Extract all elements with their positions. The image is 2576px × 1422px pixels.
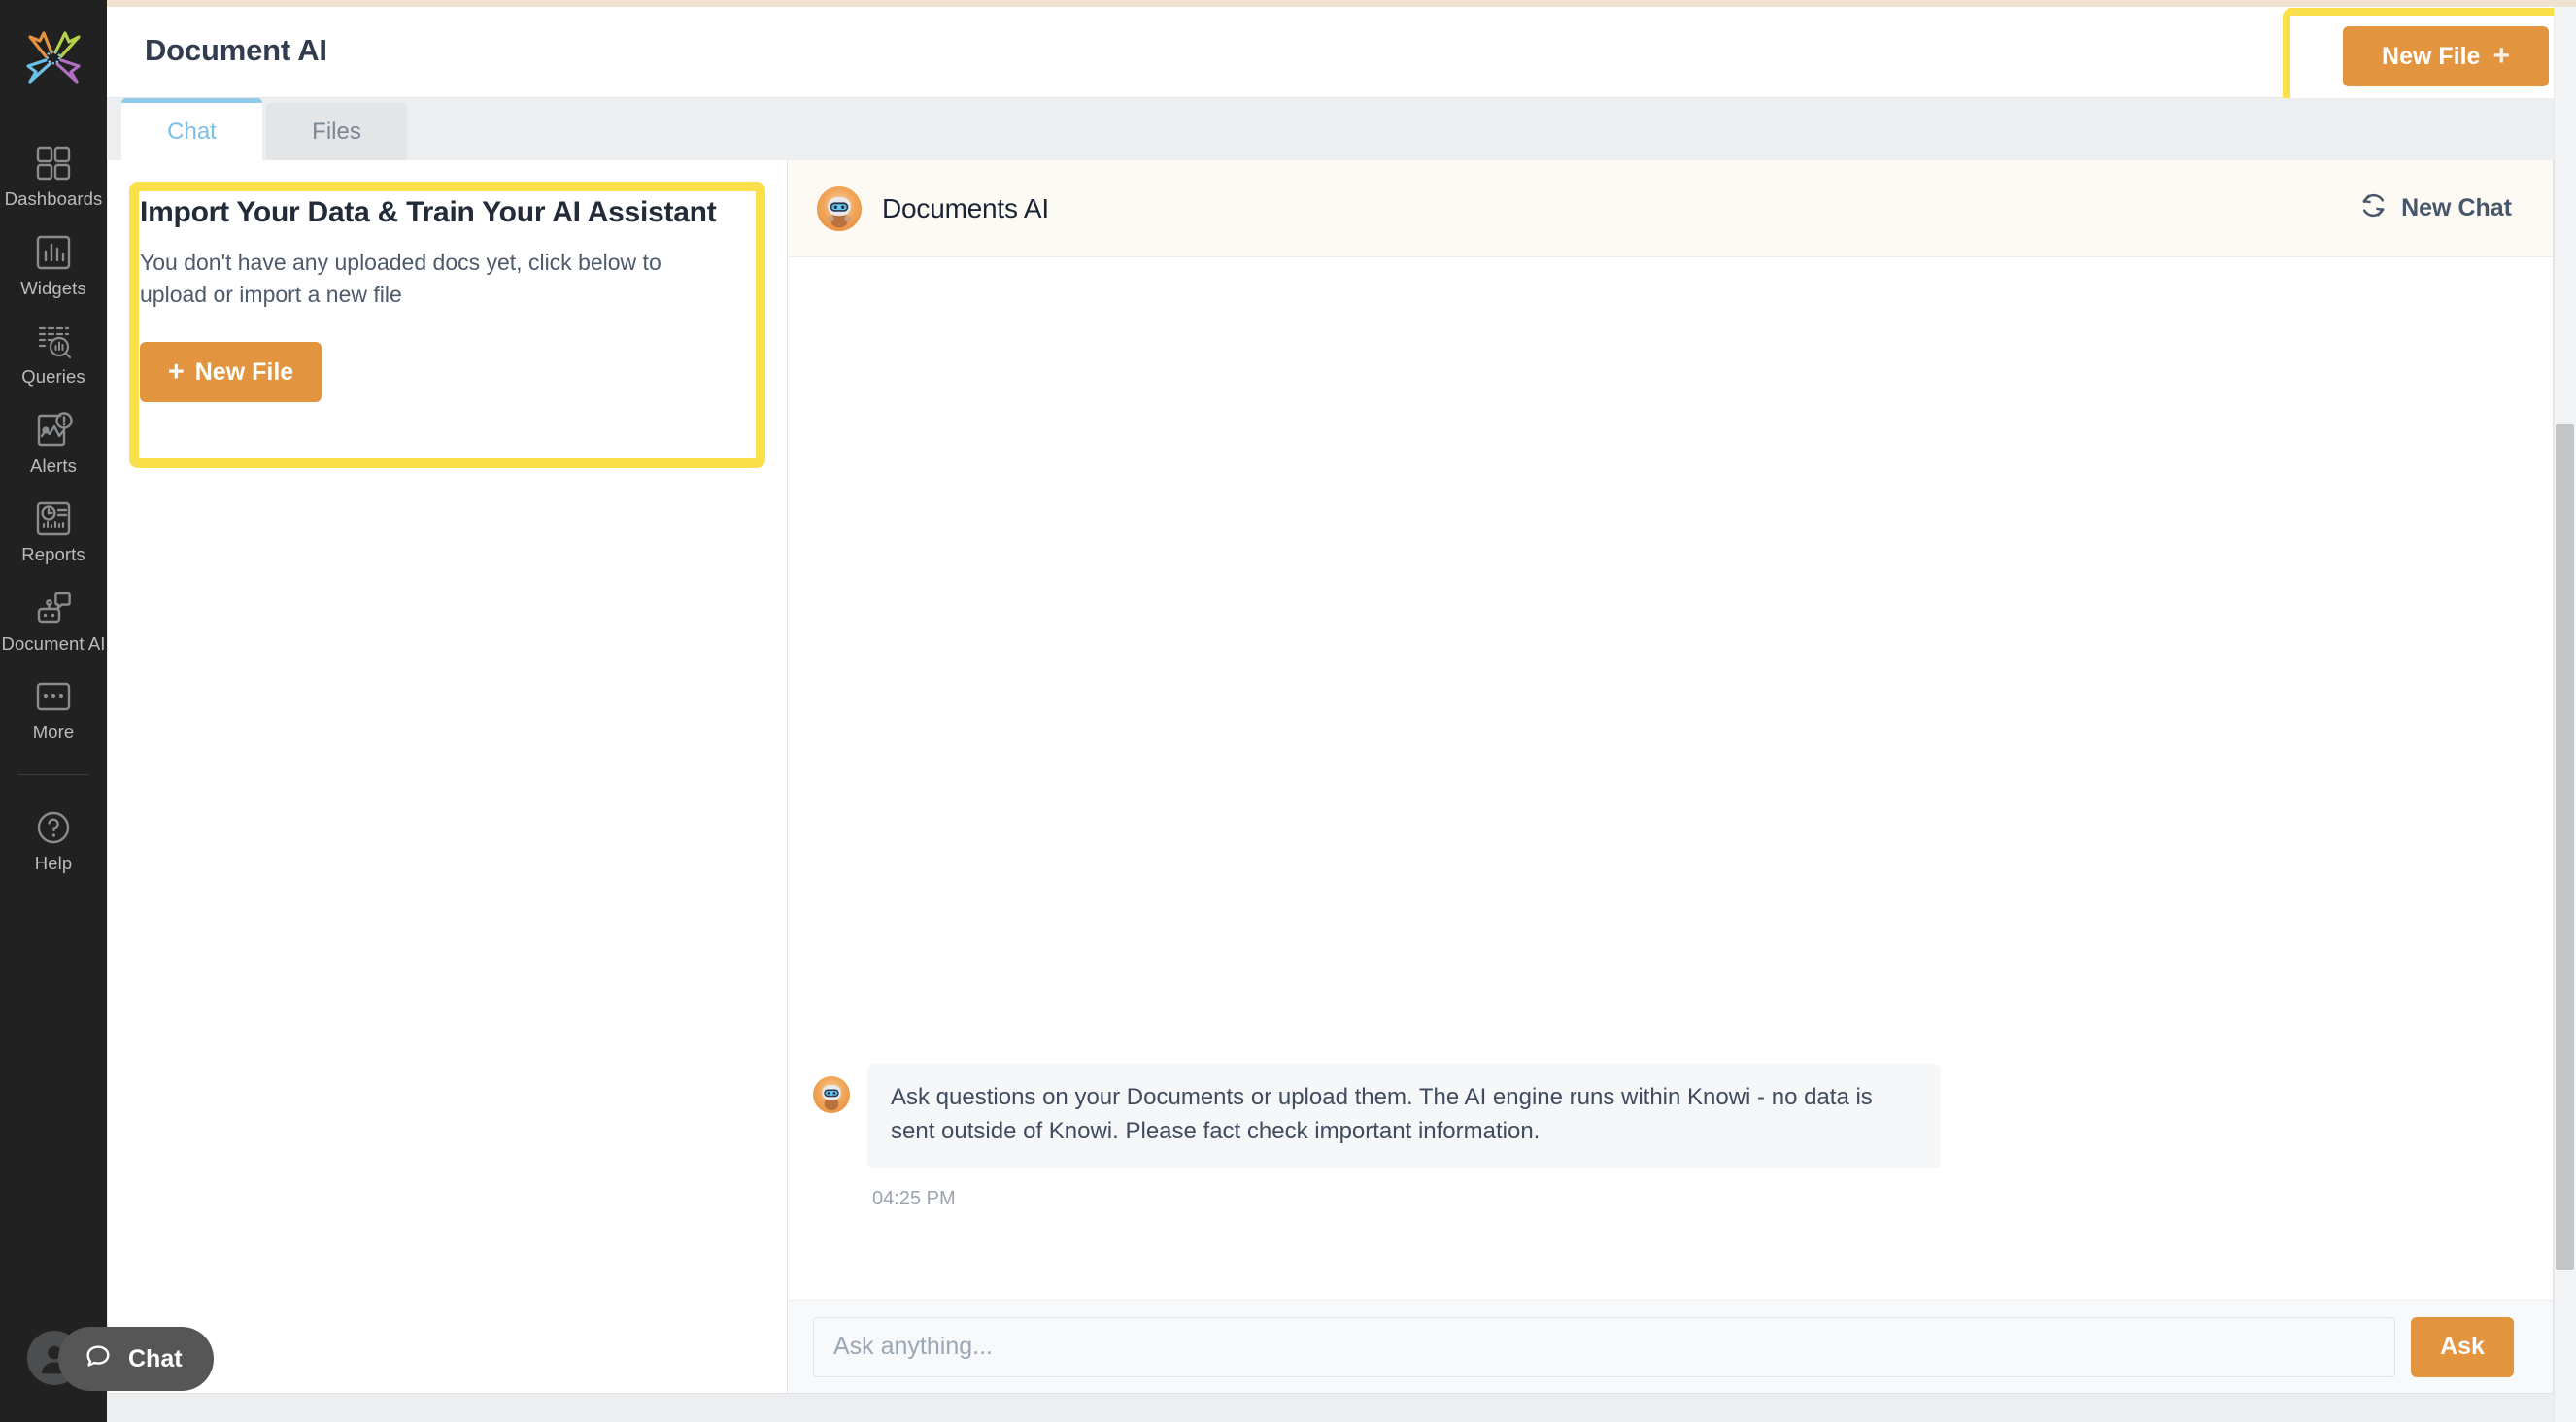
import-column: Import Your Data & Train Your AI Assista… [108,160,788,1393]
bar-chart-box-icon [33,232,74,273]
document-ai-panel: Import Your Data & Train Your AI Assista… [107,160,2554,1394]
chat-assistant-name: Documents AI [882,192,1049,223]
chat-header: Documents AI New Chat [789,160,2553,257]
page-header: Document AI New File + [107,7,2576,106]
tab-files[interactable]: Files [266,103,407,160]
speech-bubble-icon [84,1342,113,1376]
ask-button[interactable]: Ask [2411,1316,2514,1377]
top-accent-strip [107,0,2576,7]
left-navigation-rail: Dashboards Widgets Queries Alerts Report… [0,0,107,1422]
new-file-button-card[interactable]: + New File [140,342,322,403]
rail-item-list: Dashboards Widgets Queries Alerts Report… [0,130,107,883]
tab-chat-label: Chat [167,118,217,145]
data-search-icon [33,321,74,361]
chat-header-identity: Documents AI [817,186,1049,231]
page-scrollbar-track[interactable] [2554,7,2576,1422]
chat-message-area: Ask questions on your Documents or uploa… [789,257,2553,1300]
chat-message-content: Ask questions on your Documents or uploa… [867,1064,1941,1210]
sidebar-label-reports: Reports [21,544,85,564]
page-scrollbar-thumb[interactable] [2556,424,2574,1270]
sidebar-label-alerts: Alerts [30,455,77,476]
new-file-button-header[interactable]: New File + [2343,26,2549,86]
chat-message-bubble: Ask questions on your Documents or uploa… [867,1064,1941,1168]
sidebar-label-more: More [32,722,75,742]
new-chat-label: New Chat [2401,194,2512,221]
sidebar-label-widgets: Widgets [20,277,86,298]
knowi-star-logo[interactable] [22,27,85,89]
sidebar-item-dashboards[interactable]: Dashboards [0,130,107,220]
tab-files-label: Files [312,118,361,145]
ask-input[interactable] [813,1316,2395,1377]
refresh-cycle-icon [2359,191,2388,226]
sidebar-label-queries: Queries [21,366,85,387]
chat-launcher-label: Chat [128,1344,183,1372]
clock-report-icon [33,498,74,539]
app-root: Dashboards Widgets Queries Alerts Report… [0,0,2576,1422]
grid-squares-icon [33,143,74,184]
chat-column: Documents AI New Chat Ask questions on y… [789,160,2553,1393]
sidebar-item-document-ai[interactable]: Document AI [0,575,107,664]
bottom-gutter [107,1394,2554,1422]
sidebar-item-reports[interactable]: Reports [0,486,107,575]
sidebar-item-widgets[interactable]: Widgets [0,220,107,309]
tab-bar: Chat Files [107,98,2576,160]
sidebar-item-queries[interactable]: Queries [0,308,107,397]
new-file-header-label: New File [2382,42,2481,70]
sidebar-label-dashboards: Dashboards [4,188,103,209]
sidebar-item-help[interactable]: Help [0,795,107,884]
question-circle-icon [33,807,74,848]
import-card: Import Your Data & Train Your AI Assista… [140,195,723,403]
plus-icon: + [167,356,185,388]
chat-launcher-button[interactable]: Chat [58,1327,214,1391]
chat-message: Ask questions on your Documents or uploa… [813,1064,2514,1210]
alert-chart-icon [33,410,74,451]
sidebar-label-help: Help [34,852,73,873]
import-card-title: Import Your Data & Train Your AI Assista… [140,196,717,228]
new-chat-button[interactable]: New Chat [2359,191,2512,226]
ellipsis-box-icon [33,676,74,717]
sidebar-label-document-ai: Document AI [1,632,106,654]
robot-chat-icon [33,588,74,628]
new-file-card-label: New File [194,357,294,386]
rail-divider [17,773,89,775]
tab-chat[interactable]: Chat [121,98,262,160]
chat-input-bar: Ask [789,1300,2553,1393]
robot-avatar-icon [813,1076,850,1114]
robot-avatar-icon [817,186,862,231]
import-card-subtitle: You don't have any uploaded docs yet, cl… [140,250,661,307]
chat-message-timestamp: 04:25 PM [872,1188,956,1209]
plus-icon: + [2492,40,2510,72]
sidebar-item-alerts[interactable]: Alerts [0,397,107,487]
page-title: Document AI [145,33,327,67]
sidebar-item-more[interactable]: More [0,663,107,753]
